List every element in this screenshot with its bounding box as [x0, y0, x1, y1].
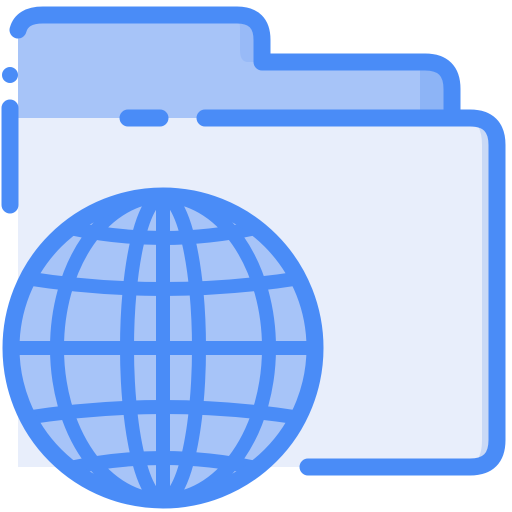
icon-canvas	[0, 0, 512, 512]
network-folder-icon	[1, 6, 506, 509]
globe-icon	[2, 187, 324, 509]
folder-left-dot	[2, 67, 18, 83]
